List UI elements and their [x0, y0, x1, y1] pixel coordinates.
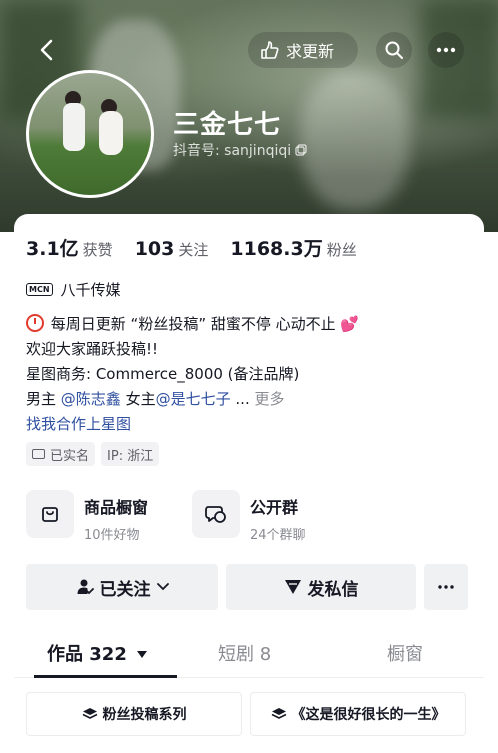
stat-followers-value: 1168.3万: [230, 238, 323, 260]
shopping-bag-icon: [26, 490, 74, 538]
send-message-icon: [284, 580, 301, 594]
bio-more-button[interactable]: 更多: [255, 390, 285, 408]
content-tabs: 作品 322 短剧 8 橱窗: [14, 632, 484, 678]
bio-line: 欢迎大家踊跃投稿!!: [26, 340, 159, 358]
profile-nickname: 三金七七: [173, 110, 282, 140]
back-arrow-icon: [40, 39, 53, 61]
tab-works-label: 作品 322: [47, 644, 127, 665]
message-label: 发私信: [307, 579, 359, 600]
star-map-cooperate-link[interactable]: 找我合作上星图: [26, 412, 359, 437]
profile-actions: 已关注 发私信: [26, 564, 468, 610]
mcn-agency[interactable]: MCN 八千传媒: [26, 279, 121, 300]
layers-icon: [271, 708, 286, 719]
stat-following-label: 关注: [178, 241, 209, 259]
verified-label: 已实名: [50, 448, 90, 464]
verified-tag: 已实名: [26, 442, 96, 466]
mention-female-lead[interactable]: @是七七子: [156, 390, 231, 408]
stat-likes-value: 3.1亿: [26, 238, 79, 260]
ip-location-tag: IP: 浙江: [101, 442, 160, 466]
stat-following-value: 103: [134, 238, 175, 260]
bio-line: 星图商务: Commerce_8000 (备注品牌): [26, 365, 300, 383]
shop-window-card[interactable]: 商品橱窗 10件好物: [26, 490, 148, 543]
layers-icon: [82, 708, 97, 719]
search-icon: [385, 41, 403, 59]
tab-shorts[interactable]: 短剧 8: [218, 640, 271, 666]
profile-tags: 已实名 IP: 浙江: [26, 442, 160, 466]
public-group-title: 公开群: [250, 498, 299, 517]
avatar-figure: [63, 103, 85, 151]
request-update-button[interactable]: 求更新: [248, 32, 358, 68]
collection-long-life-label: 《这是很好很长的一生》: [291, 707, 446, 723]
profile-bio: 每周日更新 “粉丝投稿” 甜蜜不停 心动不止 💕 欢迎大家踊跃投稿!! 星图商务…: [26, 312, 359, 437]
message-button[interactable]: 发私信: [226, 564, 416, 610]
more-dots-icon: [436, 47, 456, 53]
more-dots-icon: [438, 585, 454, 589]
alarm-clock-icon: [26, 314, 44, 332]
ip-location-label: IP: 浙江: [107, 448, 154, 464]
copy-icon: [295, 144, 307, 156]
bio-line: 每周日更新 “粉丝投稿” 甜蜜不停 心动不止 💕: [26, 312, 359, 337]
bio-female-label: 女主: [125, 390, 156, 408]
mcn-badge: MCN: [26, 283, 53, 296]
mcn-name: 八千传媒: [60, 281, 121, 299]
id-card-icon: [32, 449, 45, 459]
shop-window-title: 商品橱窗: [84, 498, 149, 517]
bio-line: 男主 @陈志鑫 女主@是七七子 ... 更多: [26, 387, 359, 412]
profile-stats: 3.1亿 获赞 103 关注 1168.3万 粉丝: [26, 234, 379, 261]
user-followed-icon: [77, 579, 94, 595]
mention-male-lead[interactable]: @陈志鑫: [61, 390, 121, 408]
shop-window-count: 10件好物: [84, 528, 140, 543]
stat-followers-label: 粉丝: [326, 241, 357, 259]
banner-figure: [300, 70, 410, 210]
collection-long-life[interactable]: 《这是很好很长的一生》: [250, 692, 466, 736]
more-actions-button[interactable]: [424, 564, 468, 610]
stat-following[interactable]: 103 关注: [135, 238, 209, 260]
following-label: 已关注: [99, 579, 151, 600]
active-tab-indicator: [34, 675, 177, 678]
collection-fan-series-label: 粉丝投稿系列: [102, 707, 187, 723]
chat-bubbles-icon: [192, 490, 240, 538]
douyin-id[interactable]: 抖音号: sanjinqiqi: [173, 140, 307, 160]
tab-works[interactable]: 作品 322: [47, 640, 148, 666]
back-button[interactable]: [32, 34, 60, 66]
stat-likes[interactable]: 3.1亿 获赞: [26, 234, 113, 261]
avatar[interactable]: [26, 70, 154, 198]
hand-point-icon: [261, 41, 279, 59]
following-button[interactable]: 已关注: [26, 564, 218, 610]
public-group-card[interactable]: 公开群 24个群聊: [192, 490, 306, 543]
collections-row: 粉丝投稿系列 《这是很好很长的一生》: [14, 690, 484, 740]
stat-likes-label: 获赞: [82, 241, 113, 259]
tab-showcase[interactable]: 橱窗: [387, 640, 423, 666]
douyin-id-text: 抖音号: sanjinqiqi: [173, 143, 292, 159]
search-button[interactable]: [376, 32, 412, 68]
feature-cards: 商品橱窗 10件好物 公开群 24个群聊: [26, 490, 472, 543]
bio-line-text: 每周日更新 “粉丝投稿” 甜蜜不停 心动不止: [50, 315, 336, 333]
caret-down-icon: [137, 651, 148, 658]
bio-ellipsis: ...: [235, 390, 250, 408]
public-group-count: 24个群聊: [250, 528, 306, 543]
avatar-figure: [99, 111, 123, 155]
hearts-icon: 💕: [340, 315, 360, 333]
chevron-down-icon: [156, 583, 169, 591]
request-update-label: 求更新: [286, 42, 335, 61]
more-options-button[interactable]: [428, 32, 464, 68]
stat-followers[interactable]: 1168.3万 粉丝: [230, 234, 356, 261]
top-bar: 求更新: [0, 30, 498, 70]
collection-fan-series[interactable]: 粉丝投稿系列: [26, 692, 242, 736]
bio-male-label: 男主: [26, 390, 57, 408]
